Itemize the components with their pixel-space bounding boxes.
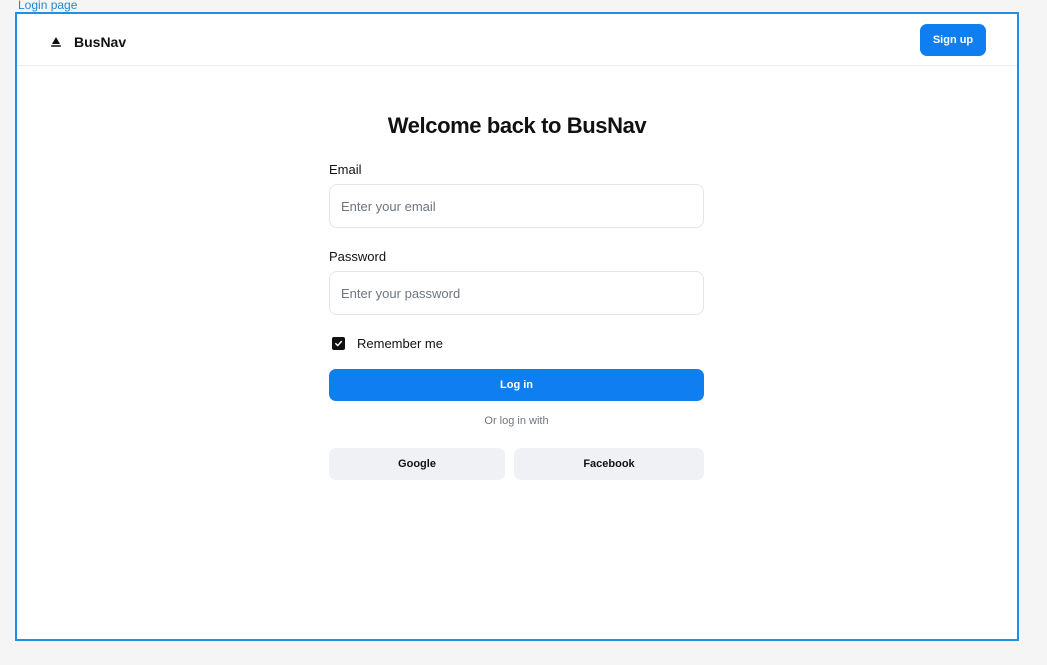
email-label: Email bbox=[329, 162, 362, 177]
brand-name: BusNav bbox=[74, 34, 127, 50]
frame-label: Login page bbox=[18, 0, 78, 12]
brand[interactable]: BusNav bbox=[50, 32, 126, 52]
login-form: Welcome back to BusNav Email Password Re… bbox=[329, 112, 705, 480]
email-field[interactable] bbox=[329, 184, 704, 228]
sail-icon bbox=[51, 37, 61, 47]
password-field[interactable] bbox=[329, 271, 704, 315]
checkmark-icon bbox=[335, 340, 343, 346]
remember-me-toggle[interactable]: Remember me bbox=[332, 335, 443, 351]
password-label: Password bbox=[329, 249, 387, 264]
sign-up-button[interactable]: Sign up bbox=[920, 24, 986, 56]
remember-me-checkbox[interactable] bbox=[332, 336, 345, 350]
facebook-login-button[interactable]: Facebook bbox=[514, 448, 704, 480]
page-title: Welcome back to BusNav bbox=[387, 113, 647, 138]
log-in-button[interactable]: Log in bbox=[329, 369, 704, 401]
google-login-button[interactable]: Google bbox=[329, 448, 505, 480]
alt-login-text: Or log in with bbox=[484, 415, 549, 427]
top-navbar: BusNav Sign up bbox=[17, 14, 1017, 66]
login-page-frame: BusNav Sign up Welcome back to BusNav Em… bbox=[15, 12, 1019, 641]
remember-me-label: Remember me bbox=[357, 335, 443, 351]
